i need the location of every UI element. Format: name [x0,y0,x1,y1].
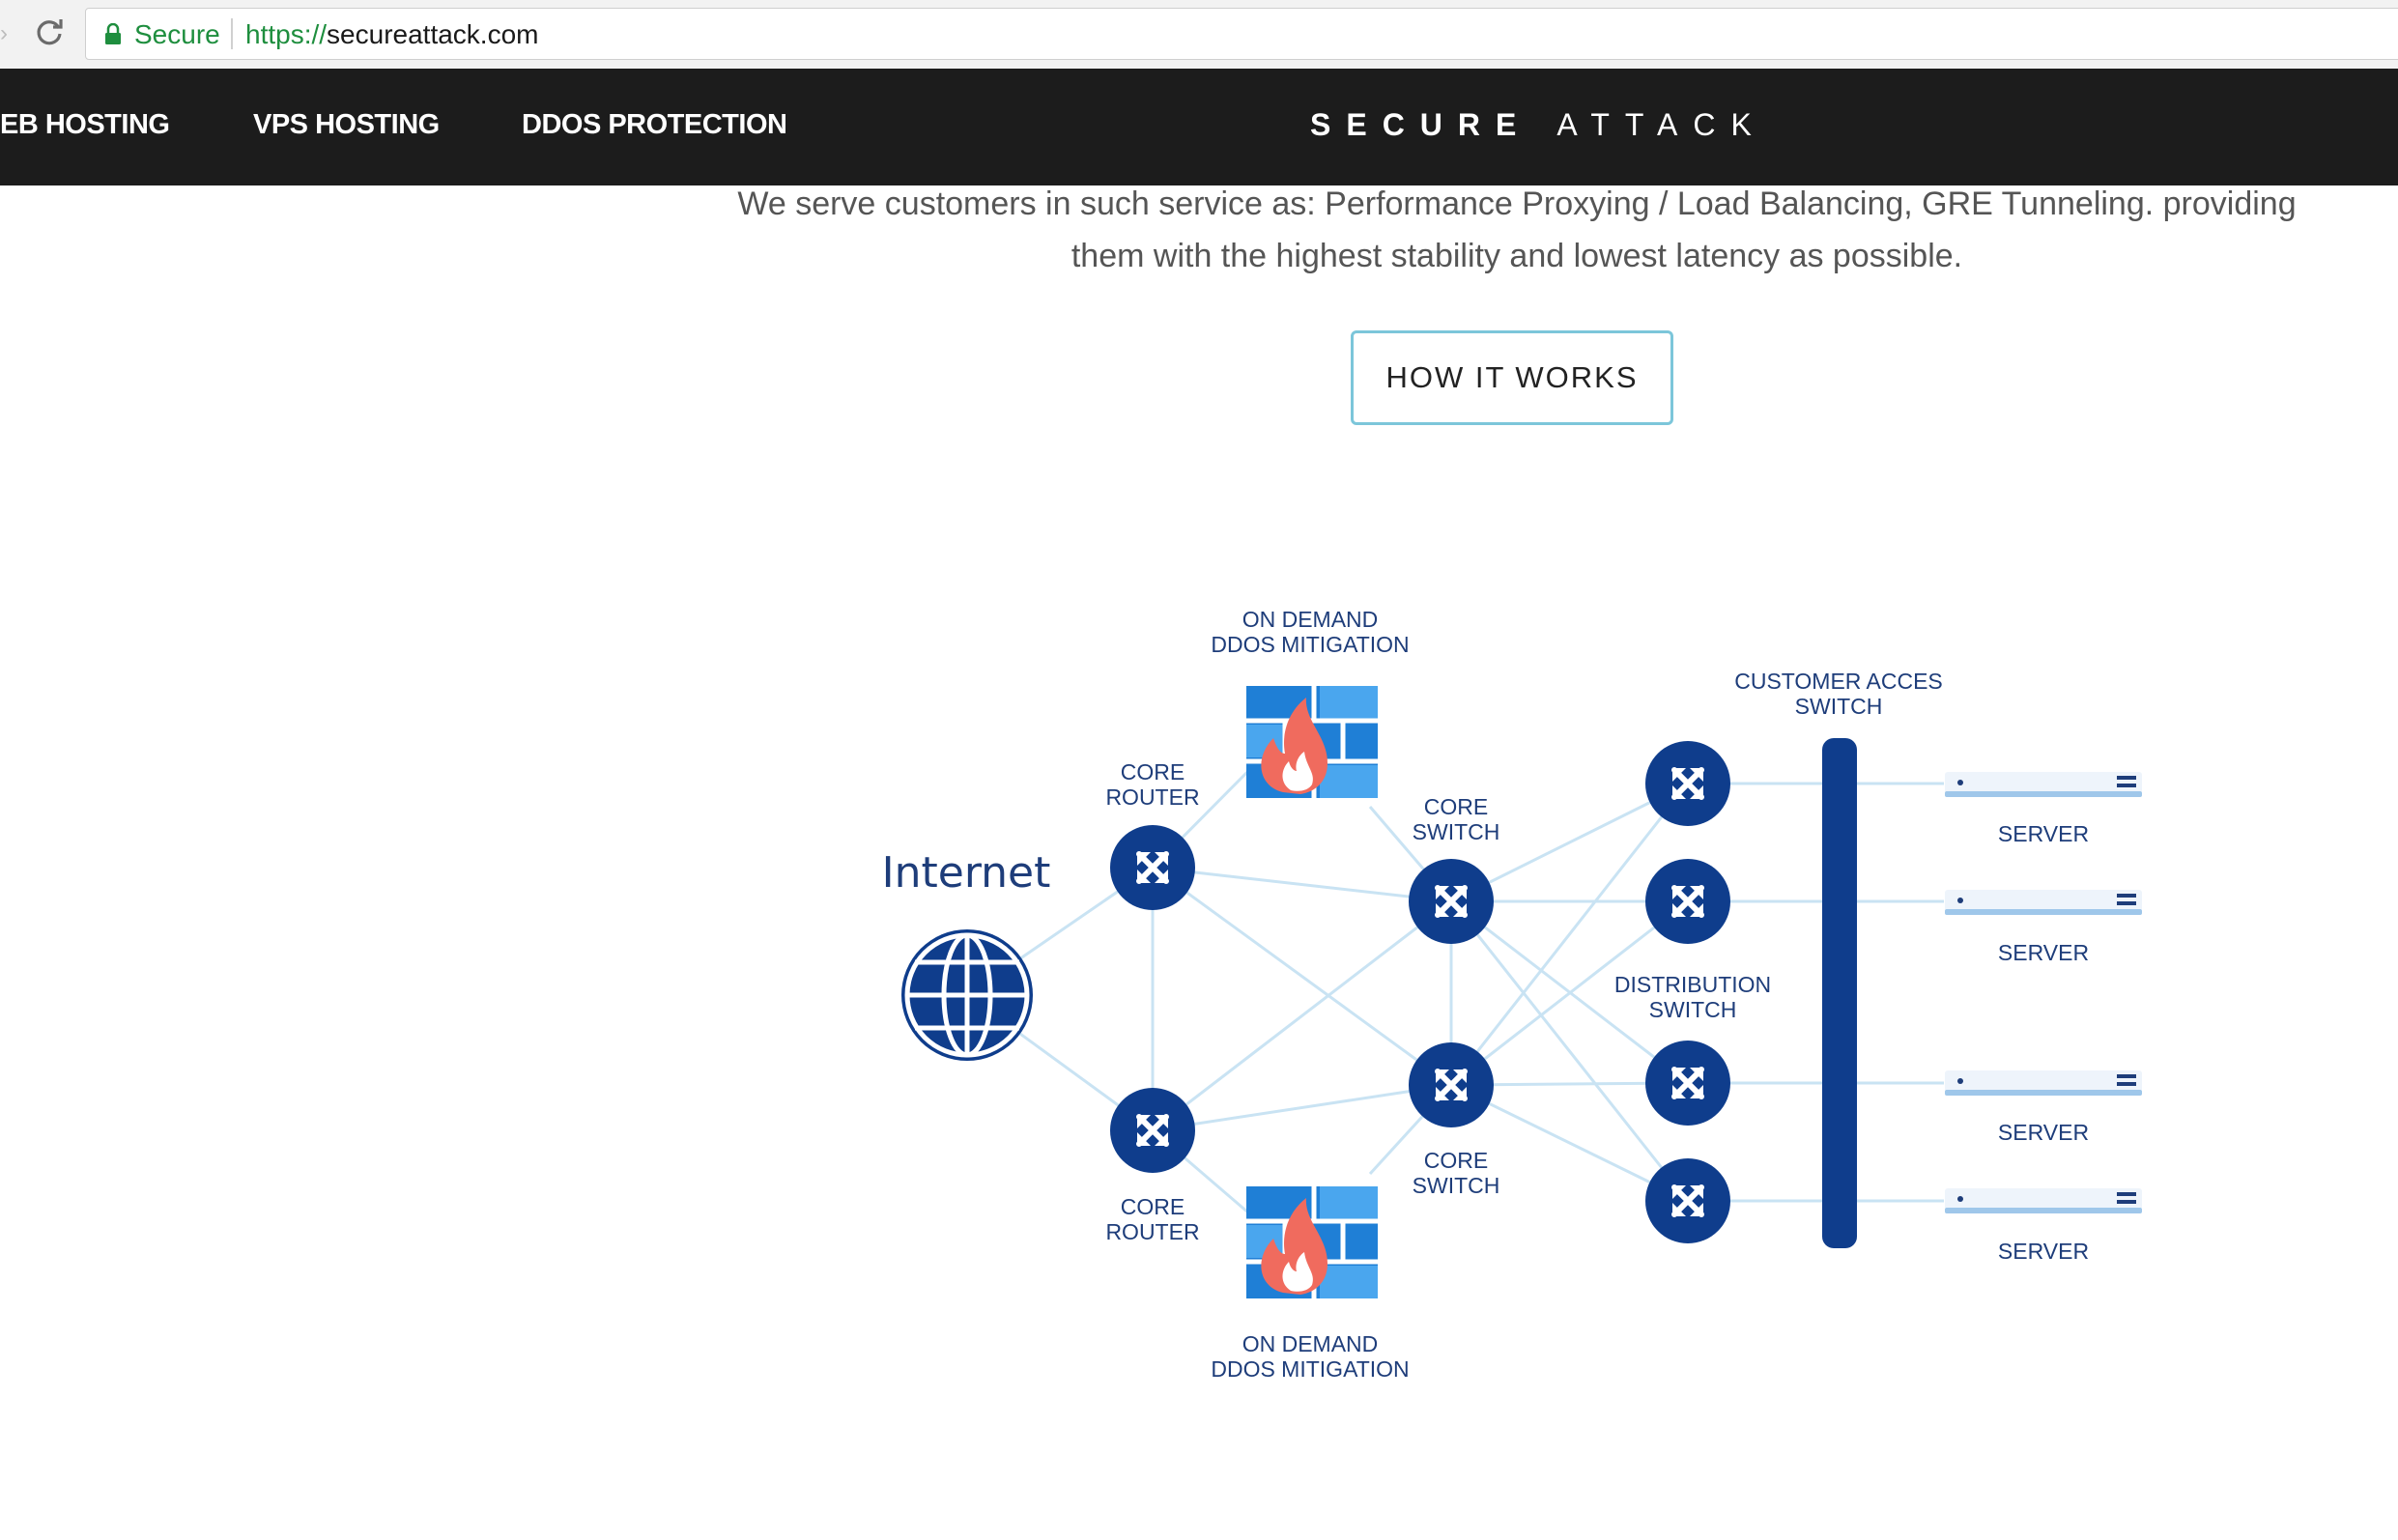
internet-label: Internet [882,848,1051,898]
distribution-switch-label-2: SWITCH [1649,997,1737,1022]
customer-access-switch-label-2: SWITCH [1795,694,1883,719]
core-switch-bottom-label-2: SWITCH [1413,1173,1500,1198]
core-router-bottom-label-2: ROUTER [1105,1219,1199,1244]
mitigation-bottom-label-1: ON DEMAND [1242,1331,1379,1356]
customer-access-switch-label-1: CUSTOMER ACCES [1734,669,1943,694]
ddos-mitigation-top-icon [1246,686,1378,798]
distribution-switch-label-1: DISTRIBUTION [1614,972,1771,997]
server-3-icon [1945,1070,2142,1096]
core-switch-top-icon [1409,859,1494,944]
mitigation-top-label-2: DDOS MITIGATION [1211,632,1409,657]
core-router-bottom-icon [1110,1088,1195,1173]
distribution-switch-3-icon [1645,1041,1730,1126]
core-router-top-label-2: ROUTER [1105,784,1199,810]
core-switch-top-label-1: CORE [1424,794,1488,819]
server-2-label: SERVER [1998,940,2089,965]
distribution-switch-4-icon [1645,1158,1730,1243]
network-diagram: Internet CORE ROUTER CORE ROUTER ON DEMA… [882,607,2142,1382]
mitigation-bottom-label-2: DDOS MITIGATION [1211,1356,1409,1382]
core-switch-top-label-2: SWITCH [1413,819,1500,844]
core-router-top-icon [1110,825,1195,910]
mitigation-top-label-1: ON DEMAND [1242,607,1379,632]
server-1-label: SERVER [1998,821,2089,846]
core-switch-bottom-label-1: CORE [1424,1148,1488,1173]
server-2-icon [1945,890,2142,915]
distribution-switch-1-icon [1645,741,1730,826]
core-switch-bottom-icon [1409,1042,1494,1127]
server-4-label: SERVER [1998,1239,2089,1264]
globe-icon [901,929,1033,1061]
core-router-top-label-1: CORE [1121,759,1185,784]
customer-access-switch-bar [1822,738,1857,1248]
ddos-mitigation-bottom-icon [1246,1186,1378,1298]
server-4-icon [1945,1188,2142,1213]
distribution-switch-2-icon [1645,859,1730,944]
server-1-icon [1945,772,2142,797]
server-3-label: SERVER [1998,1120,2089,1145]
core-router-bottom-label-1: CORE [1121,1194,1185,1219]
